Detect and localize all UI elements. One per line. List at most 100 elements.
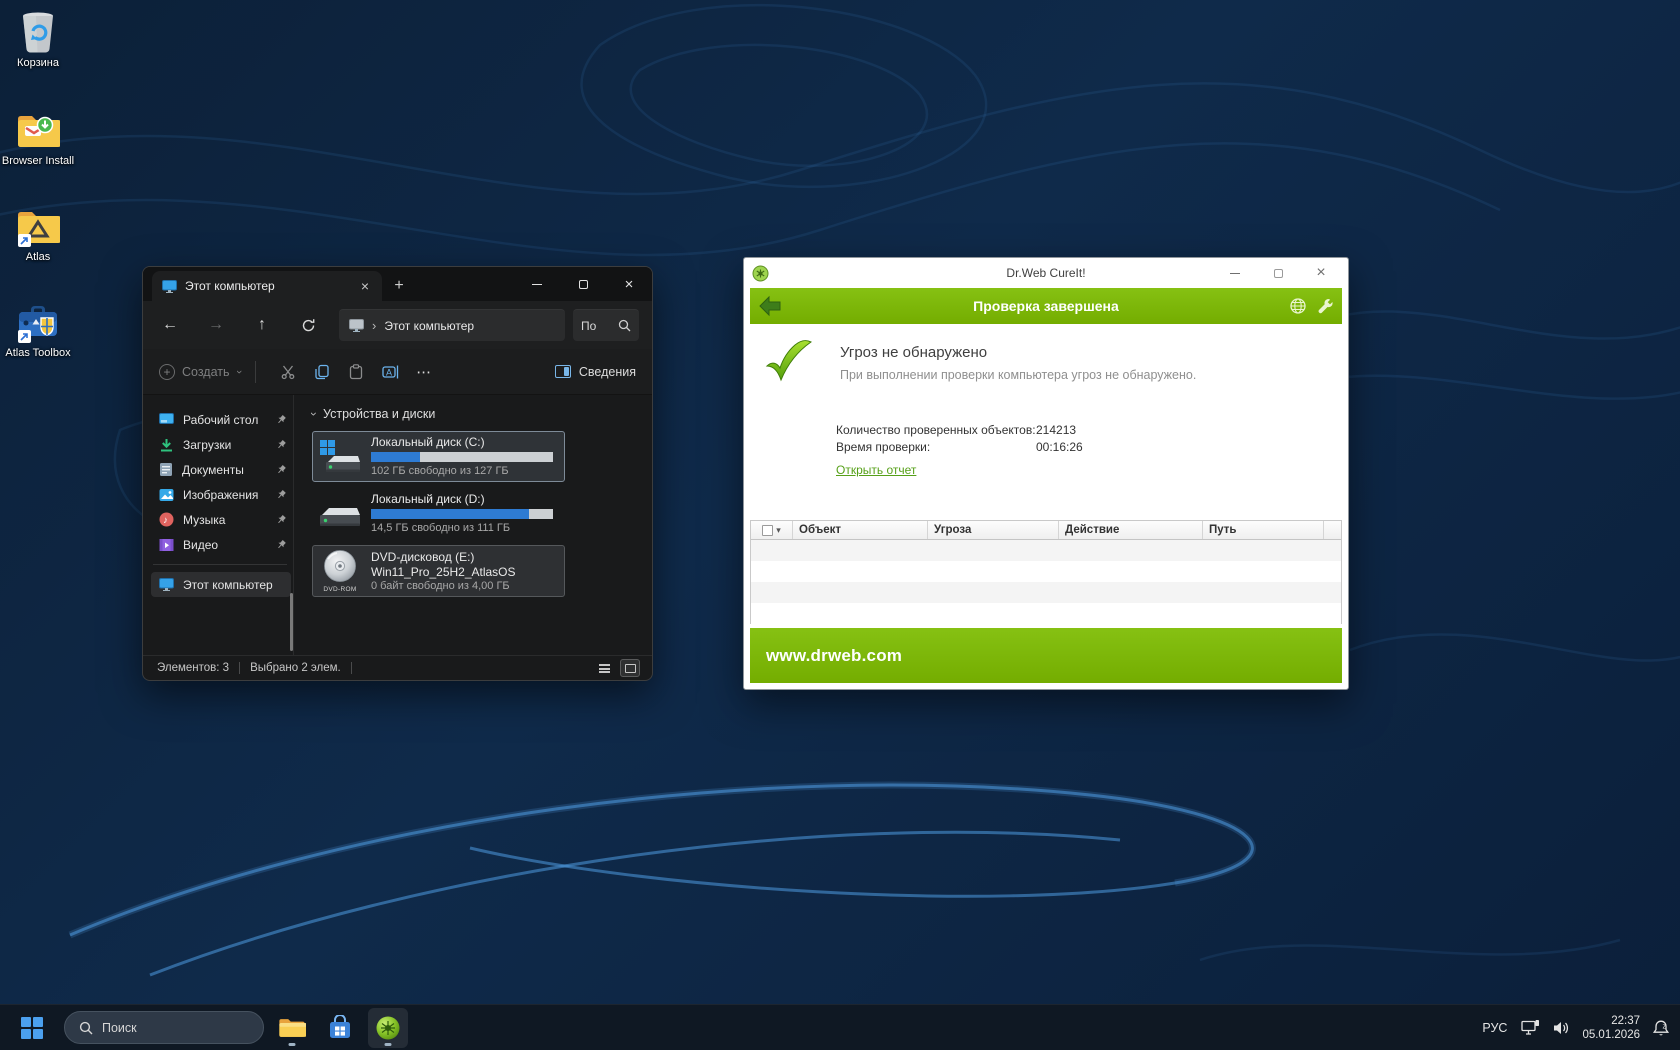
drive-c-icon xyxy=(319,439,361,475)
sidebar-item-videos[interactable]: Видео xyxy=(151,532,291,557)
table-row xyxy=(751,582,1341,603)
wrench-icon[interactable] xyxy=(1316,297,1334,315)
details-pane-icon xyxy=(555,365,571,378)
tray-time: 22:37 xyxy=(1582,1014,1640,1028)
checkbox-dropdown-icon[interactable]: ▾ xyxy=(776,525,781,536)
paste-button[interactable] xyxy=(339,356,373,388)
sidebar-item-this-pc[interactable]: Этот компьютер xyxy=(151,572,291,597)
minimize-button[interactable] xyxy=(1222,263,1248,283)
copy-icon xyxy=(314,364,330,380)
results-table-header: ▾ Объект Угроза Действие Путь xyxy=(751,521,1341,540)
column-header-path[interactable]: Путь xyxy=(1203,521,1324,539)
language-indicator[interactable]: РУС xyxy=(1480,1021,1509,1035)
taskbar-drweb-button[interactable] xyxy=(368,1008,408,1048)
desktop-icon-atlas-toolbox[interactable]: Atlas Toolbox xyxy=(0,300,76,360)
open-report-link[interactable]: Открыть отчет xyxy=(836,463,916,477)
copy-button[interactable] xyxy=(305,356,339,388)
group-header-devices[interactable]: › Устройства и диски xyxy=(312,407,652,421)
explorer-statusbar: Элементов: 3 Выбрано 2 элем. xyxy=(143,655,652,680)
drweb-spider-icon xyxy=(752,265,769,282)
sidebar-item-downloads[interactable]: Загрузки xyxy=(151,432,291,457)
column-header-action[interactable]: Действие xyxy=(1059,521,1203,539)
explorer-sidebar: Рабочий стол Загрузки xyxy=(143,395,293,655)
file-explorer-icon xyxy=(278,1016,306,1040)
select-all-checkbox[interactable] xyxy=(762,525,773,536)
refresh-icon[interactable] xyxy=(293,310,323,340)
taskbar-search-input[interactable]: Поиск xyxy=(64,1011,264,1044)
chevron-down-icon: › xyxy=(307,412,321,416)
rename-button[interactable]: A xyxy=(373,356,407,388)
column-header-object[interactable]: Объект xyxy=(793,521,928,539)
network-icon[interactable] xyxy=(1521,1019,1540,1036)
new-tab-button[interactable]: + xyxy=(382,271,416,301)
drive-free-space: 14,5 ГБ свободно из 111 ГБ xyxy=(371,522,558,535)
monitor-icon xyxy=(162,280,177,293)
maximize-button[interactable] xyxy=(560,267,606,301)
close-button[interactable]: × xyxy=(606,267,652,301)
close-button[interactable]: × xyxy=(1308,263,1334,283)
up-icon[interactable]: ↑ xyxy=(247,310,277,340)
drweb-website-link[interactable]: www.drweb.com xyxy=(766,646,902,666)
forward-icon[interactable]: → xyxy=(201,310,231,340)
explorer-search-input[interactable]: По xyxy=(573,309,639,341)
table-row xyxy=(751,603,1341,624)
drweb-content: Угроз не обнаружено При выполнении прове… xyxy=(744,324,1348,520)
details-pane-button[interactable]: Сведения xyxy=(555,365,636,379)
tray-date: 05.01.2026 xyxy=(1582,1028,1640,1042)
create-new-button[interactable]: + Создать › xyxy=(159,364,240,380)
explorer-file-area: › Устройства и диски Локальный диск (C:) xyxy=(294,395,652,655)
sidebar-item-pictures[interactable]: Изображения xyxy=(151,482,291,507)
drive-c-tile[interactable]: Локальный диск (C:) 102 ГБ свободно из 1… xyxy=(312,431,565,482)
chevron-down-icon: › xyxy=(232,370,244,374)
address-bar[interactable]: › Этот компьютер xyxy=(339,309,565,341)
sidebar-item-desktop[interactable]: Рабочий стол xyxy=(151,407,291,432)
list-view-button[interactable] xyxy=(594,659,614,677)
notification-bell-icon[interactable]: z xyxy=(1652,1019,1670,1037)
scan-status-title: Проверка завершена xyxy=(750,298,1342,314)
pin-icon xyxy=(276,464,287,475)
maximize-button[interactable] xyxy=(1265,263,1291,283)
back-arrow-icon[interactable] xyxy=(758,294,782,318)
dvd-drive-icon: DVD-ROM xyxy=(319,549,361,593)
system-tray: РУС 22:37 05.01.2026 z xyxy=(1480,1014,1680,1042)
breadcrumb-chevron-icon: › xyxy=(372,318,376,333)
taskbar-store-button[interactable] xyxy=(320,1008,360,1048)
drive-d-tile[interactable]: Локальный диск (D:) 14,5 ГБ свободно из … xyxy=(312,488,565,539)
svg-text:♪: ♪ xyxy=(163,515,168,526)
start-button[interactable] xyxy=(12,1008,52,1048)
folder-download-icon xyxy=(16,108,60,152)
cut-button[interactable] xyxy=(271,356,305,388)
large-icons-view-button[interactable] xyxy=(620,659,640,677)
column-header-spacer xyxy=(1324,521,1341,539)
search-icon xyxy=(79,1021,93,1035)
pin-icon xyxy=(276,514,287,525)
shortcut-arrow-badge xyxy=(18,234,31,247)
desktop-icon-label: Browser Install xyxy=(2,155,74,168)
tab-close-icon[interactable]: × xyxy=(356,278,374,294)
desktop-icon-atlas[interactable]: Atlas xyxy=(0,204,76,264)
globe-icon[interactable] xyxy=(1289,297,1307,315)
taskbar-file-explorer-button[interactable] xyxy=(272,1008,312,1048)
volume-icon[interactable] xyxy=(1552,1020,1570,1036)
drweb-titlebar: Dr.Web CureIt! × xyxy=(744,258,1348,288)
sidebar-item-documents[interactable]: Документы xyxy=(151,457,291,482)
svg-text:z: z xyxy=(1663,1023,1667,1030)
search-icon xyxy=(618,319,631,332)
sidebar-scrollbar[interactable] xyxy=(290,593,293,651)
desktop-icon-recycle-bin[interactable]: Корзина xyxy=(0,10,76,70)
desktop-icon-browser-install[interactable]: Browser Install xyxy=(0,108,76,168)
paste-icon xyxy=(348,364,364,380)
minimize-button[interactable] xyxy=(514,267,560,301)
monitor-icon xyxy=(159,578,174,591)
scissors-icon xyxy=(280,364,296,380)
clock[interactable]: 22:37 05.01.2026 xyxy=(1582,1014,1640,1042)
window-file-explorer: Этот компьютер × + × ← → ↑ › Этот компью… xyxy=(142,266,653,681)
desktop-icon-label: Корзина xyxy=(17,57,59,70)
column-header-threat[interactable]: Угроза xyxy=(928,521,1059,539)
sidebar-item-music[interactable]: ♪ Музыка xyxy=(151,507,291,532)
more-options-button[interactable]: ⋯ xyxy=(407,356,441,388)
back-icon[interactable]: ← xyxy=(155,310,185,340)
taskbar-left: Поиск xyxy=(12,1008,408,1048)
dvd-drive-tile[interactable]: DVD-ROM DVD-дисковод (E:) Win11_Pro_25H2… xyxy=(312,545,565,597)
explorer-tab-this-pc[interactable]: Этот компьютер × xyxy=(152,271,382,301)
